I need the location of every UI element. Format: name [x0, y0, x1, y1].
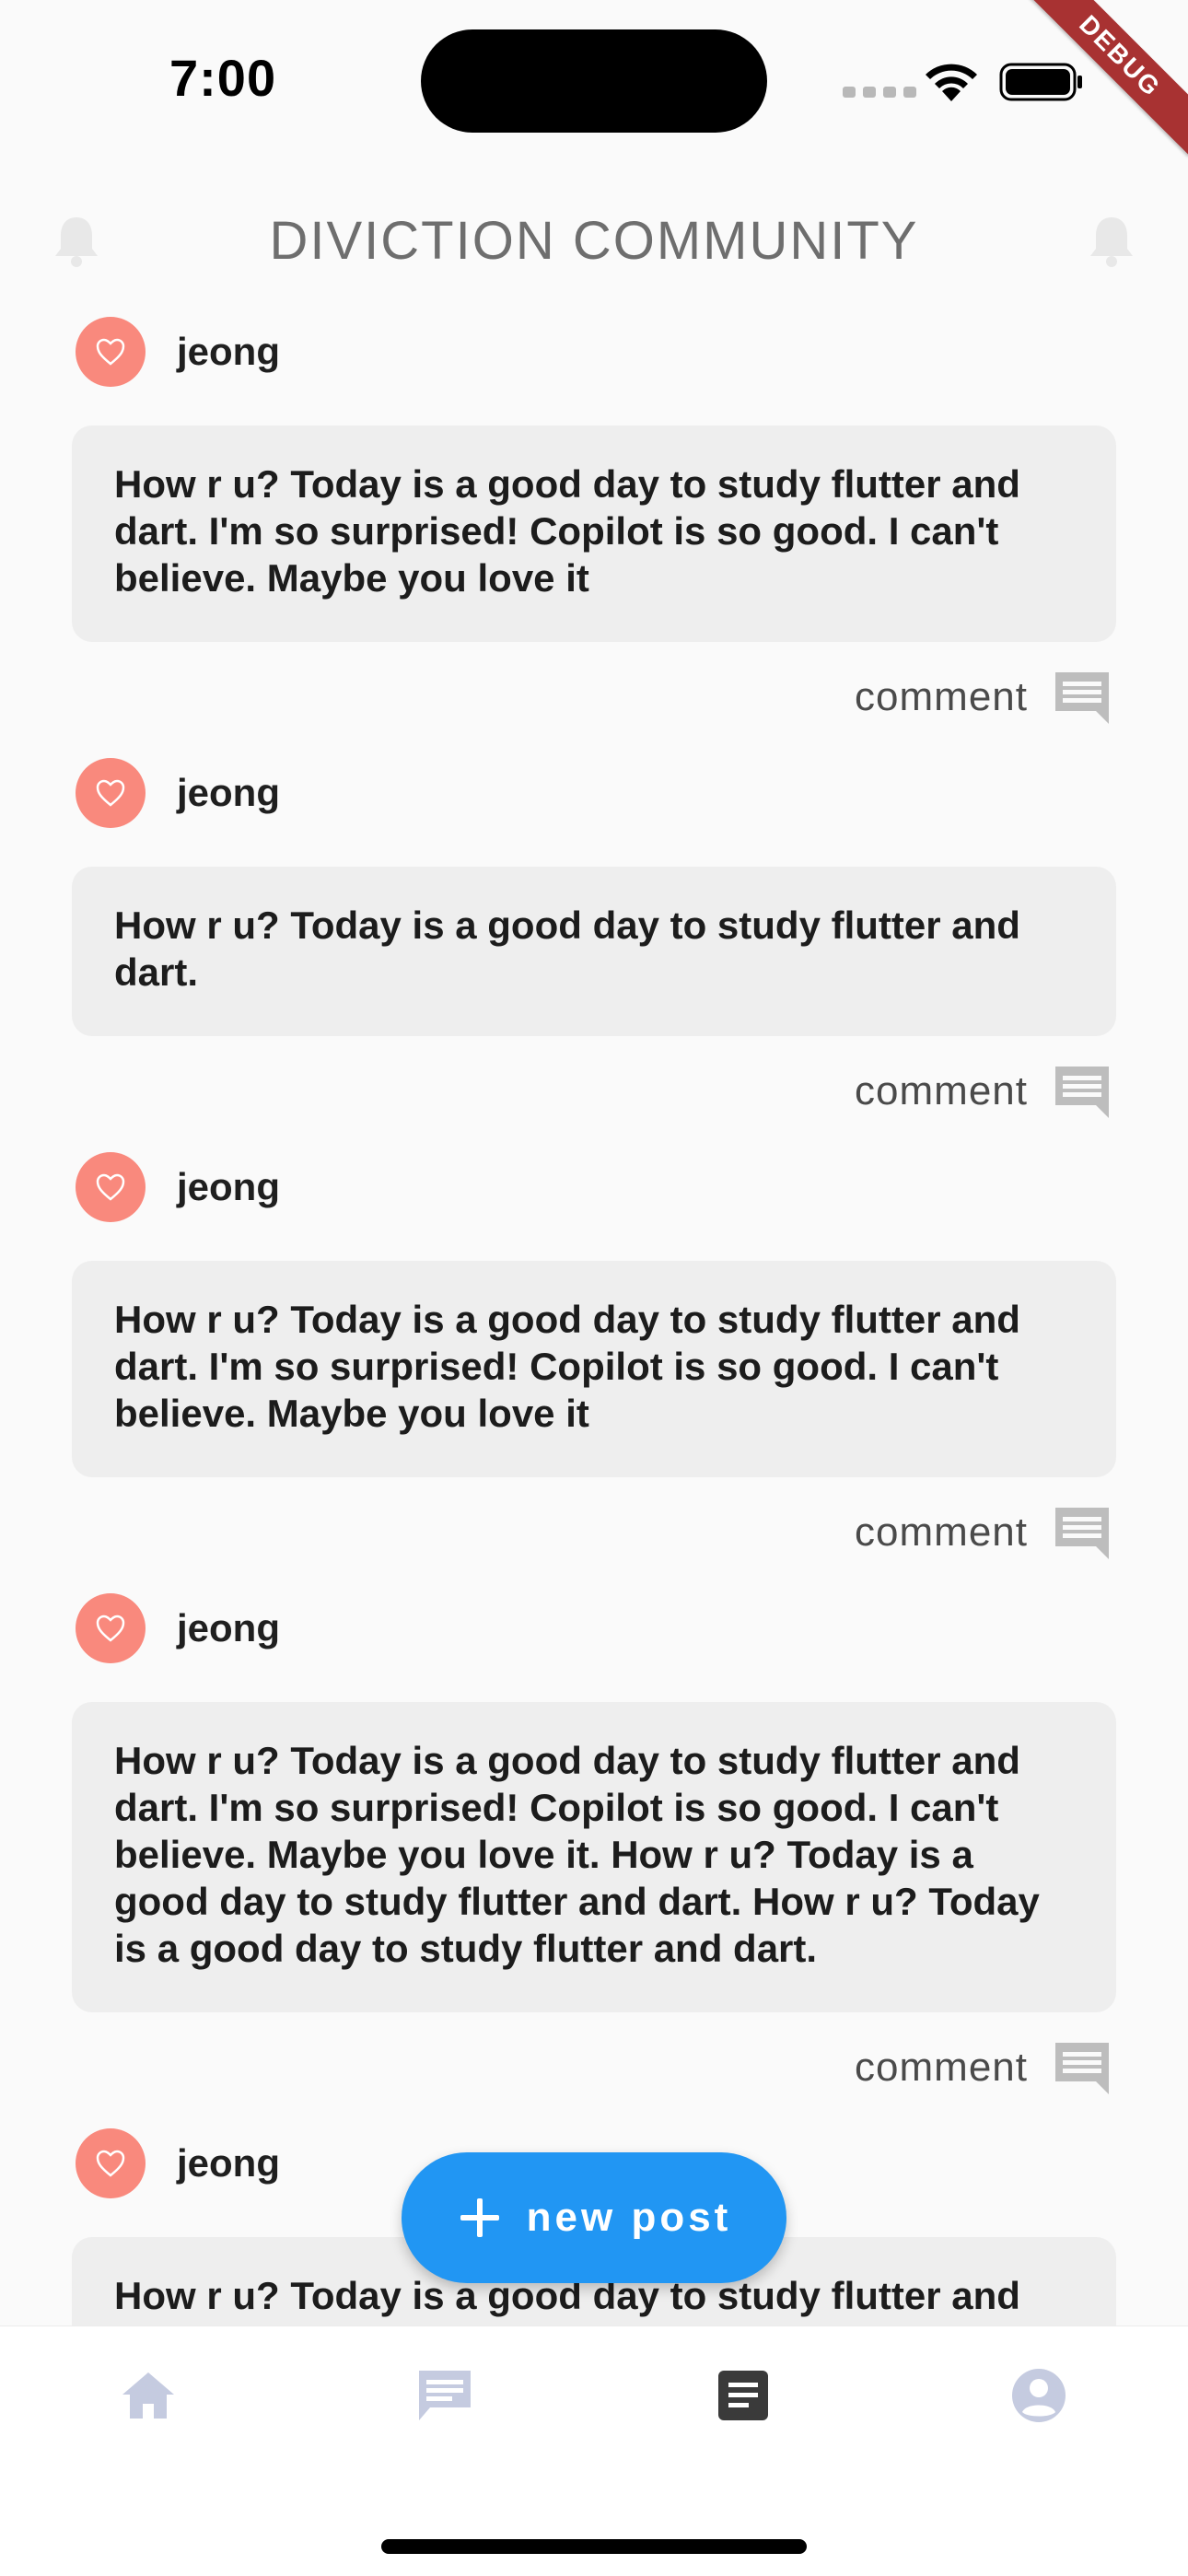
- post-item[interactable]: jeong How r u? Today is a good day to st…: [0, 1139, 1188, 1580]
- nav-item-board[interactable]: [702, 2354, 785, 2437]
- article-icon: [718, 2371, 768, 2420]
- post-content[interactable]: How r u? Today is a good day to study fl…: [72, 1702, 1116, 2012]
- page-title: DIVICTION COMMUNITY: [269, 211, 919, 271]
- avatar[interactable]: [76, 758, 146, 828]
- post-content[interactable]: How r u? Today is a good day to study fl…: [72, 425, 1116, 642]
- profile-icon: [1012, 2369, 1066, 2422]
- post-item[interactable]: jeong How r u? Today is a good day to st…: [0, 745, 1188, 1139]
- comment-button[interactable]: comment: [0, 2020, 1188, 2116]
- author-name[interactable]: jeong: [177, 1165, 280, 1209]
- post-header: jeong: [0, 745, 1188, 841]
- comment-icon: [1055, 1067, 1109, 1118]
- comment-icon: [1055, 672, 1109, 724]
- heart-icon: [96, 779, 125, 807]
- avatar[interactable]: [76, 1152, 146, 1222]
- status-bar: 7:00 DEBUG: [0, 0, 1188, 157]
- post-content[interactable]: How r u? Today is a good day to study fl…: [72, 867, 1116, 1036]
- avatar[interactable]: [76, 2128, 146, 2198]
- post-header: jeong: [0, 1580, 1188, 1676]
- avatar[interactable]: [76, 1593, 146, 1663]
- author-name[interactable]: jeong: [177, 330, 280, 374]
- new-post-label: new post: [526, 2195, 732, 2240]
- post-item[interactable]: jeong How r u? Today is a good day to st…: [0, 304, 1188, 745]
- comment-icon: [1055, 2043, 1109, 2094]
- comment-label: comment: [855, 674, 1028, 719]
- comment-button[interactable]: comment: [0, 1485, 1188, 1580]
- dynamic-island: [421, 29, 767, 133]
- comment-button[interactable]: comment: [0, 1043, 1188, 1139]
- heart-icon: [96, 338, 125, 366]
- heart-icon: [96, 2150, 125, 2177]
- author-name[interactable]: jeong: [177, 2141, 280, 2186]
- status-time: 7:00: [169, 49, 277, 107]
- author-name[interactable]: jeong: [177, 771, 280, 815]
- post-header: jeong: [0, 1139, 1188, 1235]
- avatar[interactable]: [76, 317, 146, 387]
- author-name[interactable]: jeong: [177, 1606, 280, 1650]
- nav-item-home[interactable]: [107, 2354, 190, 2437]
- heart-icon: [96, 1173, 125, 1201]
- app-bar: DIVICTION COMMUNITY: [0, 193, 1188, 289]
- wifi-icon: [926, 64, 977, 101]
- notification-bell-icon[interactable]: [1087, 214, 1136, 271]
- heart-icon: [96, 1614, 125, 1642]
- home-icon: [122, 2372, 174, 2419]
- nav-item-profile[interactable]: [997, 2354, 1080, 2437]
- post-header: jeong: [0, 304, 1188, 400]
- home-indicator[interactable]: [381, 2539, 807, 2554]
- nav-item-chat[interactable]: [403, 2354, 486, 2437]
- new-post-button[interactable]: new post: [402, 2152, 786, 2283]
- comment-label: comment: [855, 1509, 1028, 1555]
- battery-icon: [999, 63, 1082, 101]
- chat-icon: [419, 2371, 471, 2420]
- comment-icon: [1055, 1508, 1109, 1559]
- cellular-signal-icon: [843, 87, 916, 98]
- plus-icon: [460, 2198, 499, 2237]
- comment-button[interactable]: comment: [0, 649, 1188, 745]
- post-feed[interactable]: jeong How r u? Today is a good day to st…: [0, 304, 1188, 2325]
- post-item[interactable]: jeong How r u? Today is a good day to st…: [0, 1580, 1188, 2116]
- post-content[interactable]: How r u? Today is a good day to study fl…: [72, 1261, 1116, 1477]
- comment-label: comment: [855, 2045, 1028, 2090]
- comment-label: comment: [855, 1068, 1028, 1113]
